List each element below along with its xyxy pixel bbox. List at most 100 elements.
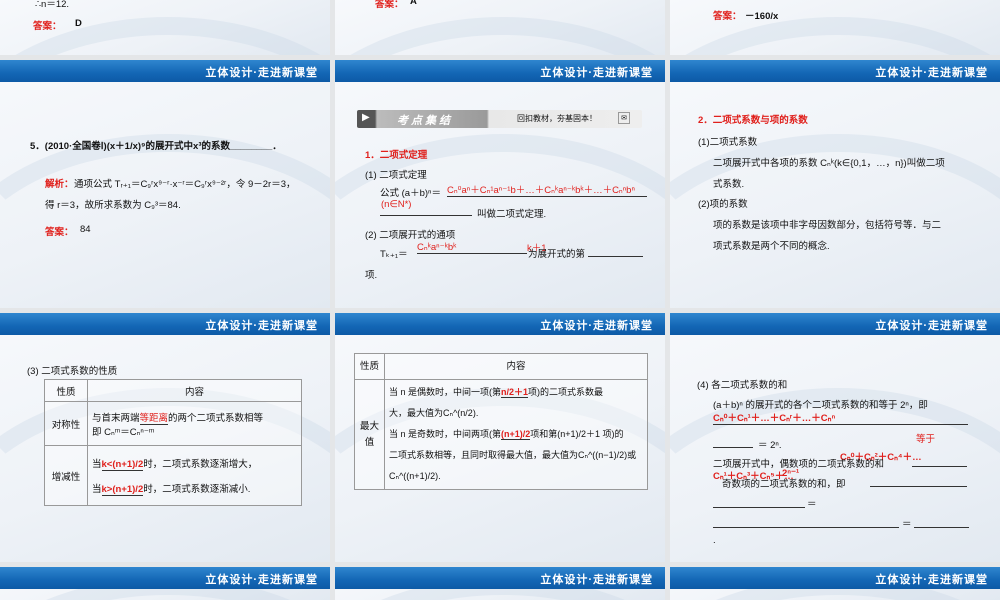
analysis-line-2: 得 r＝3，故所求系数为 C₉³＝84. bbox=[45, 200, 181, 211]
slide-banner: 立体设计·走进新课堂 bbox=[335, 60, 665, 82]
period: . bbox=[713, 535, 716, 546]
blank-line bbox=[870, 478, 967, 487]
slide-banner: 立体设计·走进新课堂 bbox=[335, 567, 665, 589]
cell-text: 当 bbox=[92, 484, 102, 495]
slide-properties[interactable]: 立体设计·走进新课堂 (3) 二项式系数的性质 性质 内容 对称性 与首末两端等距… bbox=[0, 313, 330, 562]
max-value-table: 性质 内容 最大值 当 n 是偶数时，中间一项(第n/2＋1项)的二项式系数最 大… bbox=[354, 353, 648, 490]
row-label: 增减性 bbox=[44, 445, 88, 506]
blank-line bbox=[914, 519, 969, 528]
cell-text: 当 n 是偶数时，中间一项(第 bbox=[389, 387, 502, 397]
answer-value: －160/x bbox=[745, 11, 779, 22]
slide-banner: 立体设计·走进新课堂 bbox=[670, 567, 1000, 589]
cell-text: 与首末两端 bbox=[92, 412, 140, 424]
section-heading: 1．二项式定理 bbox=[365, 150, 428, 161]
text-line: 项的系数是该项中非字母因数部分，包括符号等．与二 bbox=[713, 220, 942, 231]
cell-text: 项)的二项式系数最 bbox=[528, 387, 604, 397]
col-header: 内容 bbox=[87, 379, 302, 402]
cell-answer: k>(n+1)/2 bbox=[101, 484, 144, 496]
slide-max-value[interactable]: 立体设计·走进新课堂 性质 内容 最大值 当 n 是偶数时，中间一项(第n/2＋1… bbox=[335, 313, 665, 562]
text-line: ∴n＝12. bbox=[35, 0, 70, 10]
sum-answer: Cₙ⁰＋Cₙ¹＋…＋Cₙʳ＋…＋Cₙⁿ bbox=[713, 410, 968, 425]
slide-banner: 立体设计·走进新课堂 bbox=[670, 60, 1000, 82]
text-line: 二项展开式中各项的系数 Cₙᵏ(k∈{0,1，…，n})叫做二项 bbox=[713, 158, 945, 169]
row-label: 最大值 bbox=[354, 379, 385, 490]
subheading: (4) 各二项式系数的和 bbox=[697, 380, 788, 391]
text-line: 式系数. bbox=[713, 179, 745, 190]
row-label: 对称性 bbox=[44, 401, 88, 446]
text-line: ＝ 2ⁿ. bbox=[758, 440, 782, 451]
blank-line bbox=[588, 248, 643, 257]
analysis-label: 解析： bbox=[45, 179, 74, 190]
section-header: ▶ 考点集结 回扣教材，夯基固本！ ✉ bbox=[357, 110, 642, 128]
slide-banner: 立体设计·走进新课堂 bbox=[0, 567, 330, 589]
slide-banner: 立体设计·走进新课堂 bbox=[670, 313, 1000, 335]
cell-text: 二项式系数相等，且同时取得最大值，最大值为Cₙ^((n−1)/2)或 bbox=[389, 450, 637, 460]
cell-text: 当 bbox=[92, 459, 102, 470]
subheading: (3) 二项式系数的性质 bbox=[27, 366, 118, 377]
slide-next-mid[interactable]: 立体设计·走进新课堂 bbox=[335, 567, 665, 600]
answer-label: 答案： bbox=[33, 21, 62, 32]
term-answer: Cₙᵏaⁿ⁻ᵏbᵏ bbox=[417, 242, 527, 254]
envelope-icon[interactable]: ✉ bbox=[618, 112, 630, 124]
section-heading: 2．二项式系数与项的系数 bbox=[698, 115, 808, 126]
header-subtitle: 回扣教材，夯基固本！ bbox=[517, 114, 597, 123]
slide-binomial-theorem[interactable]: 立体设计·走进新课堂 ▶ 考点集结 回扣教材，夯基固本！ ✉ 1．二项式定理 (… bbox=[335, 60, 665, 308]
subheading: (2)项的系数 bbox=[698, 199, 748, 210]
slide-coefficient-sum[interactable]: 立体设计·走进新课堂 (4) 各二项式系数的和 (a＋b)ⁿ 的展开式的各个二项… bbox=[670, 313, 1000, 562]
slide-partial-mid: 答案： A bbox=[335, 0, 665, 55]
term-mid: 为展开式的第 bbox=[528, 249, 586, 260]
formula-prefix: 公式 (a＋b)ⁿ＝ bbox=[380, 188, 441, 199]
slide-coefficients[interactable]: 立体设计·走进新课堂 2．二项式系数与项的系数 (1)二项式系数 二项展开式中各… bbox=[670, 60, 1000, 308]
slide-partial-right: 答案： －160/x bbox=[670, 0, 1000, 55]
answer-value: 84 bbox=[80, 224, 91, 235]
analysis-line-1: 通项公式 Tᵣ₊₁＝C₉ʳx⁹⁻ʳ·x⁻ʳ＝C₉ʳx⁹⁻²ʳ，令 9－2r＝3， bbox=[74, 179, 296, 190]
cell-text: 时，二项式系数逐渐减小. bbox=[143, 484, 251, 495]
slide-banner: 立体设计·走进新课堂 bbox=[335, 313, 665, 335]
text-line: 奇数项的二项式系数的和，即 bbox=[722, 479, 846, 490]
header-title: 考点集结 bbox=[397, 115, 453, 127]
col-header: 性质 bbox=[44, 379, 88, 402]
text-line: (a＋b)ⁿ 的展开式的各个二项式系数的和等于 2ⁿ，即 bbox=[713, 400, 928, 411]
cell-answer: 等距离 bbox=[139, 412, 169, 425]
cell-text: 项和第(n+1)/2＋1 项)的 bbox=[530, 429, 624, 439]
question-text: 5．(2010·全国卷Ⅰ)(x＋1/x)⁹的展开式中x³的系数________． bbox=[30, 141, 282, 152]
blank-line bbox=[380, 207, 472, 216]
subheading: (1)二项式系数 bbox=[698, 137, 758, 148]
properties-table: 性质 内容 对称性 与首末两端等距离的两个二项式系数相等即 Cₙᵐ＝Cₙⁿ⁻ᵐ 增… bbox=[44, 379, 302, 506]
equals-sign: ＝ bbox=[807, 499, 817, 510]
blank-line bbox=[713, 519, 899, 528]
blank-line bbox=[713, 439, 753, 448]
answer-label: 答案： bbox=[713, 11, 742, 22]
cell-text: 即 Cₙᵐ＝Cₙⁿ⁻ᵐ bbox=[92, 426, 155, 438]
slide-banner: 立体设计·走进新课堂 bbox=[0, 60, 330, 82]
formula-answer: Cₙ⁰aⁿ＋Cₙ¹aⁿ⁻¹b＋…＋Cₙᵏaⁿ⁻ᵏbᵏ＋…＋Cₙⁿbⁿ bbox=[447, 182, 647, 197]
slide-partial-left: ∴n＝12. 答案： D bbox=[0, 0, 330, 55]
slide-next-right[interactable]: 立体设计·走进新课堂 bbox=[670, 567, 1000, 600]
col-header: 内容 bbox=[384, 353, 648, 380]
cell-text: 大，最大值为Cₙ^(n/2). bbox=[389, 408, 479, 418]
formula-suffix: 叫做二项式定理. bbox=[477, 209, 547, 220]
cell-answer: k<(n+1)/2 bbox=[101, 459, 144, 471]
cell-text: 的两个二项式系数相等 bbox=[168, 412, 264, 424]
text-line: 项式系数是两个不同的概念. bbox=[713, 241, 830, 252]
answer-label: 答案： bbox=[375, 0, 404, 10]
subheading: (1) 二项式定理 bbox=[365, 170, 427, 181]
subheading: (2) 二项展开式的通项 bbox=[365, 230, 456, 241]
blank-line bbox=[713, 499, 805, 508]
cell-text: 当 n 是奇数时，中间两项(第 bbox=[389, 429, 502, 439]
blank-line bbox=[912, 458, 967, 467]
cell-answer: (n+1)/2 bbox=[501, 429, 531, 440]
slide-next-left[interactable]: 立体设计·走进新课堂 bbox=[0, 567, 330, 600]
term-prefix: Tₖ₊₁＝ bbox=[380, 249, 408, 260]
cell-answer: n/2＋1 bbox=[501, 387, 529, 398]
slide-question-5[interactable]: 立体设计·走进新课堂 5．(2010·全国卷Ⅰ)(x＋1/x)⁹的展开式中x³的… bbox=[0, 60, 330, 308]
cell-text: Cₙ^((n+1)/2). bbox=[389, 471, 441, 481]
term-end: 项. bbox=[365, 270, 378, 281]
slide-banner: 立体设计·走进新课堂 bbox=[0, 313, 330, 335]
col-header: 性质 bbox=[354, 353, 385, 380]
equals-sign: ＝ bbox=[902, 519, 912, 530]
equal-answer: 等于 bbox=[916, 434, 936, 445]
answer-value: A bbox=[410, 0, 417, 7]
answer-label: 答案： bbox=[45, 227, 74, 238]
play-icon: ▶ bbox=[362, 112, 370, 123]
